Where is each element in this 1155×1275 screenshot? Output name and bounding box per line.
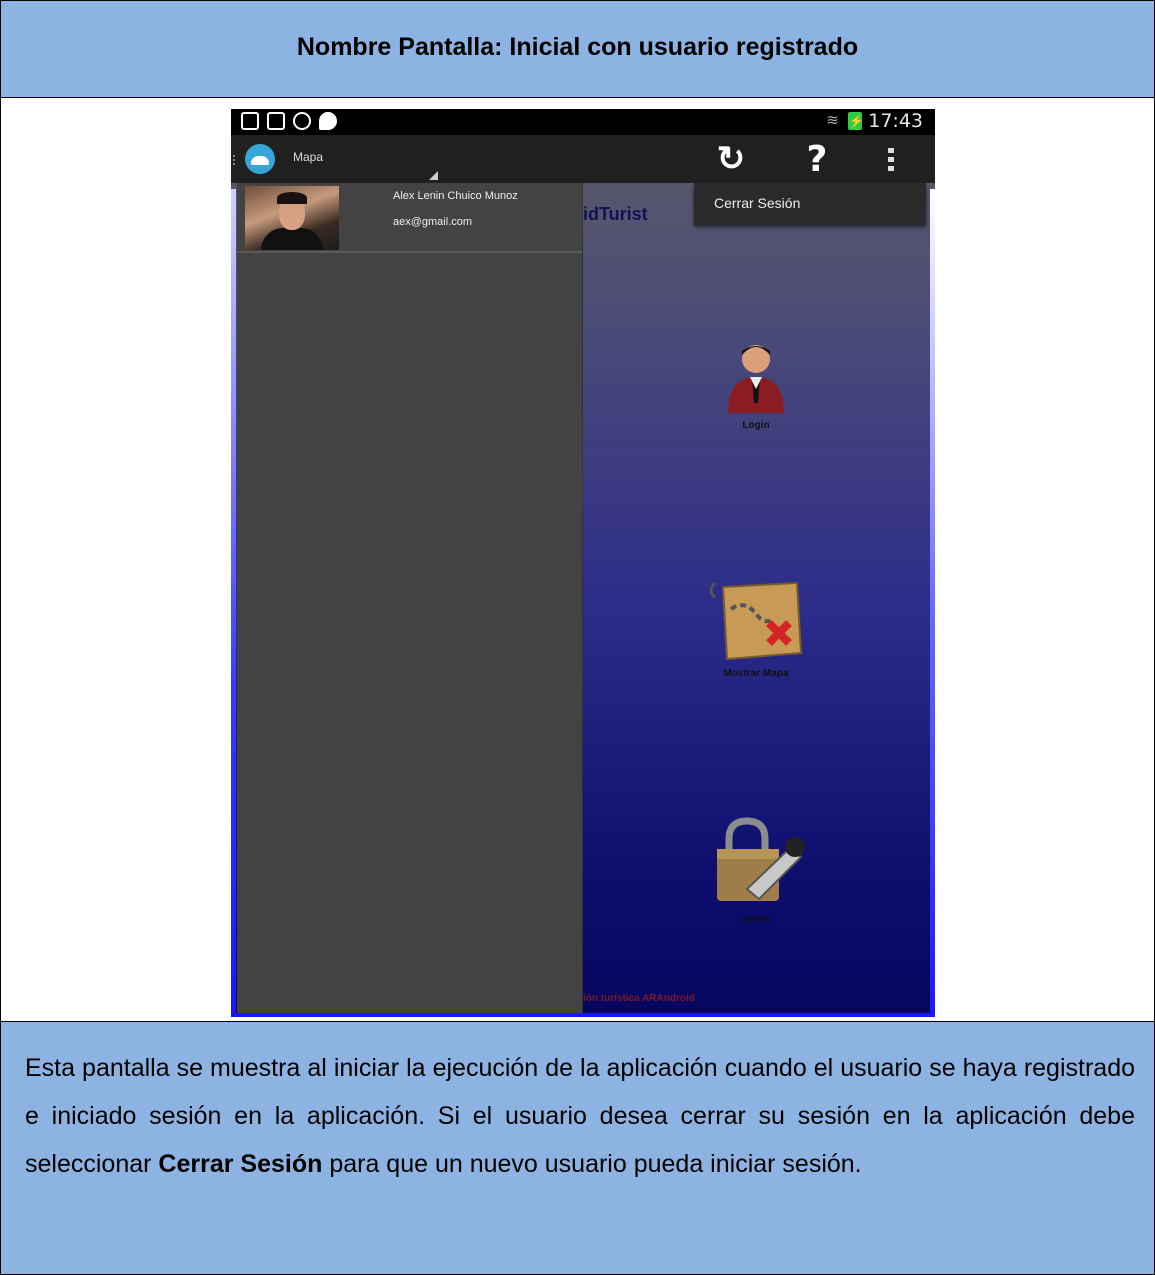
description-text: Esta pantalla se muestra al iniciar la e… <box>25 1044 1135 1188</box>
action-bar-title[interactable]: Mapa <box>293 150 323 164</box>
spinner-indicator-icon[interactable] <box>429 171 438 180</box>
title-row: Nombre Pantalla: Inicial con usuario reg… <box>1 1 1154 98</box>
close-tile[interactable]: Cerrar <box>711 817 805 925</box>
frame-edge-bottom <box>231 1013 935 1017</box>
show-map-tile[interactable]: Mostrar Mapa <box>709 579 803 679</box>
description-emphasis: Cerrar Sesión <box>158 1150 323 1178</box>
navigation-drawer: Alex Lenin Chuico Munoz aex@gmail.com <box>237 183 583 1017</box>
share-icon <box>293 112 311 130</box>
padlock-key-icon <box>717 817 805 901</box>
document-table: Nombre Pantalla: Inicial con usuario reg… <box>0 0 1155 1275</box>
footer-text-fragment: ión turística ARAndroid <box>583 993 695 1004</box>
description-row: Esta pantalla se muestra al iniciar la e… <box>1 1022 1154 1274</box>
status-bar: ≋ 17:43 <box>231 109 935 135</box>
drawer-indicator-icon[interactable] <box>233 155 238 165</box>
overflow-menu-icon[interactable] <box>879 141 903 177</box>
app-title-fragment: idTurist <box>583 204 648 224</box>
login-label: Login <box>742 420 770 431</box>
help-icon[interactable]: ? <box>799 139 835 180</box>
wifi-icon: ≋ <box>826 112 839 129</box>
battery-icon <box>848 112 864 130</box>
user-name: Alex Lenin Chuico Munoz <box>393 190 518 202</box>
drawer-profile-header[interactable]: Alex Lenin Chuico Munoz aex@gmail.com <box>237 183 582 253</box>
action-bar: Mapa ↻ ? <box>231 135 935 183</box>
show-map-label: Mostrar Mapa <box>723 668 789 679</box>
screenshot-row: ≋ 17:43 Mapa ↻ ? idTurist <box>1 98 1154 1022</box>
treasure-map-icon <box>709 581 803 661</box>
refresh-icon[interactable]: ↻ <box>709 140 753 178</box>
avatar[interactable] <box>245 186 339 250</box>
frame-edge-right <box>930 189 935 1017</box>
phone-screenshot: ≋ 17:43 Mapa ↻ ? idTurist <box>231 109 935 1017</box>
screen-title: Nombre Pantalla: Inicial con usuario reg… <box>296 32 859 61</box>
instagram-icon <box>267 112 285 130</box>
clock: 17:43 <box>868 110 923 132</box>
menu-item-cerrar-sesion[interactable]: Cerrar Sesión <box>694 183 926 225</box>
menu-item-label: Cerrar Sesión <box>714 195 801 211</box>
gallery-icon <box>241 112 259 130</box>
app-logo-icon[interactable] <box>245 144 275 174</box>
description-part-3: para que un nuevo usuario pueda iniciar … <box>322 1150 862 1178</box>
login-tile[interactable]: Login <box>711 341 801 431</box>
close-label: Cerrar <box>740 914 772 925</box>
frame-edge-left <box>231 189 236 1017</box>
user-email: aex@gmail.com <box>393 216 473 228</box>
user-icon <box>728 345 784 413</box>
chat-check-icon <box>319 112 337 130</box>
